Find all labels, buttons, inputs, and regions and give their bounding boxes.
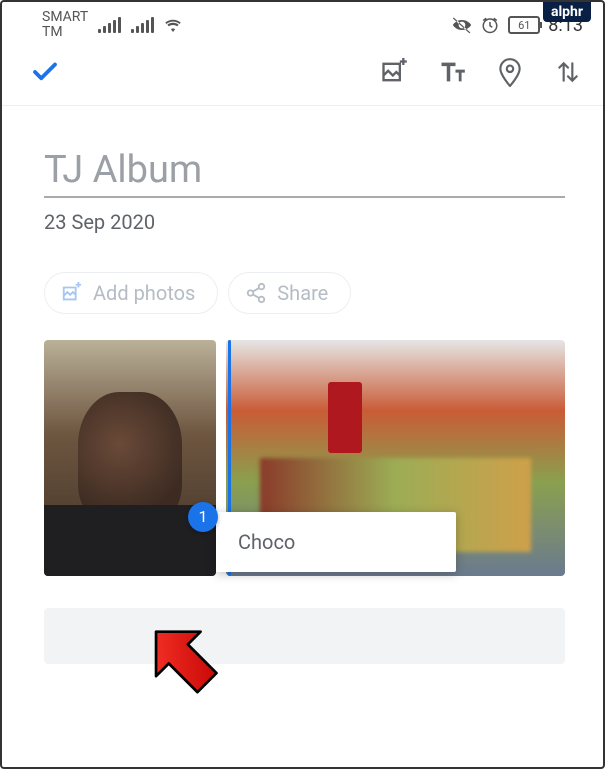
signal-icon-2 xyxy=(131,17,154,33)
photo-grid: 1 Choco xyxy=(44,340,565,576)
confirm-button[interactable] xyxy=(30,57,60,87)
carrier-line2: TM xyxy=(42,25,88,40)
add-text-button[interactable] xyxy=(437,57,467,87)
bottom-placeholder xyxy=(44,608,565,664)
status-left: SMART TM xyxy=(42,10,182,41)
watermark-badge: alphr xyxy=(543,2,591,22)
add-image-button[interactable] xyxy=(379,57,409,87)
sort-button[interactable] xyxy=(553,57,583,87)
eye-off-icon xyxy=(452,16,472,34)
add-photos-label: Add photos xyxy=(93,281,195,305)
photo-thumbnail-1[interactable] xyxy=(44,340,216,576)
add-photos-button[interactable]: Add photos xyxy=(44,272,218,314)
share-icon xyxy=(245,282,267,304)
battery-indicator: 61 xyxy=(508,16,540,34)
wifi-icon xyxy=(164,18,182,32)
share-button[interactable]: Share xyxy=(228,272,351,314)
status-bar: SMART TM 61 8:13 xyxy=(2,2,603,47)
alarm-icon xyxy=(480,16,500,34)
signal-icon xyxy=(98,17,121,33)
share-label: Share xyxy=(277,281,328,305)
carrier-label: SMART TM xyxy=(42,10,88,41)
image-plus-icon xyxy=(61,282,83,304)
selection-count-badge: 1 xyxy=(188,502,218,532)
album-date: 23 Sep 2020 xyxy=(44,210,565,234)
album-content: 23 Sep 2020 Add photos Share 1 Choco xyxy=(2,106,603,576)
caption-text-card[interactable]: Choco xyxy=(216,512,456,572)
album-title-input[interactable] xyxy=(44,148,565,198)
album-actions: Add photos Share xyxy=(44,272,565,314)
carrier-line1: SMART xyxy=(42,10,88,25)
editor-toolbar xyxy=(2,47,603,106)
add-location-button[interactable] xyxy=(495,57,525,87)
